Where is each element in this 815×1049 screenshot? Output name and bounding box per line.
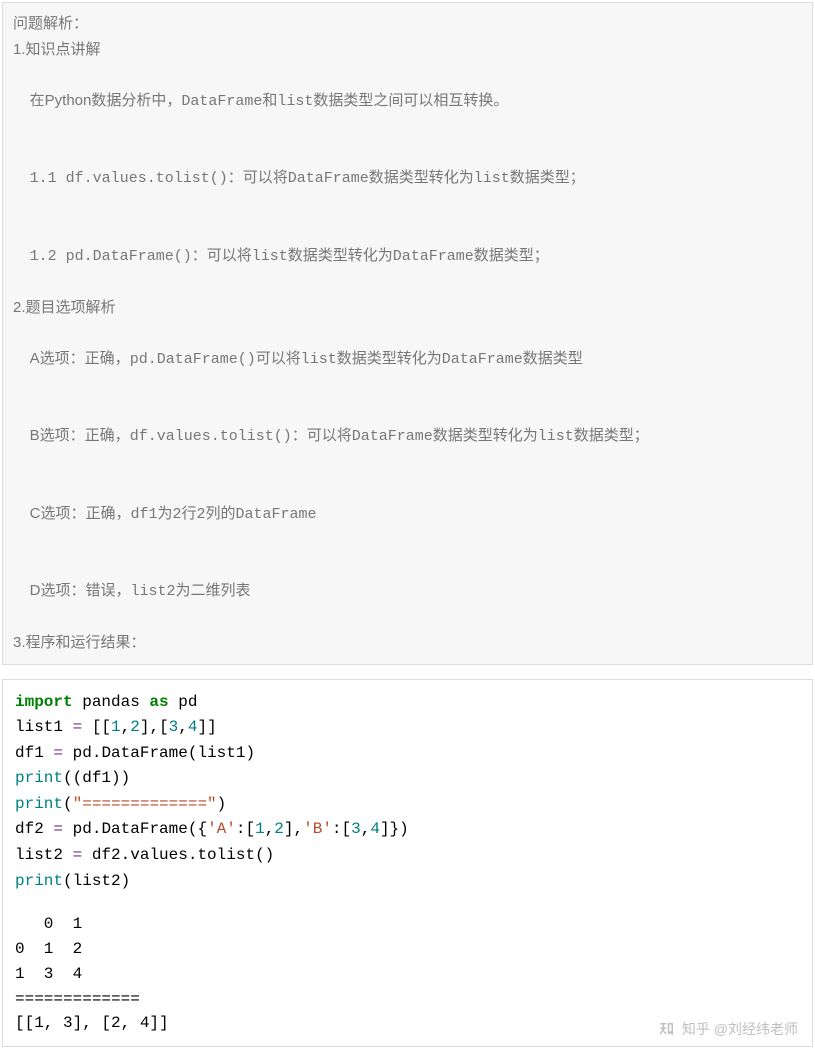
option-b: B选项：正确，df.values.tolist()：可以将DataFrame数据… <box>13 398 802 476</box>
option-a: A选项：正确，pd.DataFrame()可以将list数据类型转化为DataF… <box>13 320 802 398</box>
analysis-box: 问题解析： 1.知识点讲解 在Python数据分析中，DataFrame和lis… <box>2 2 813 665</box>
kp-1-1: 1.1 df.values.tolist()：可以将DataFrame数据类型转… <box>13 140 802 218</box>
kp-1-2: 1.2 pd.DataFrame()：可以将list数据类型转化为DataFra… <box>13 217 802 295</box>
options-header: 2.题目选项解析 <box>13 295 802 321</box>
code-box: import pandas as pd list1 = [[1,2],[3,4]… <box>2 679 813 1048</box>
kp-header: 1.知识点讲解 <box>13 37 802 63</box>
option-d: D选项：错误，list2为二维列表 <box>13 553 802 631</box>
code-block: import pandas as pd list1 = [[1,2],[3,4]… <box>15 690 800 895</box>
option-c: C选项：正确，df1为2行2列的DataFrame <box>13 475 802 553</box>
watermark: 知乎 @刘经纬老师 <box>658 1018 798 1040</box>
result-header: 3.程序和运行结果： <box>13 630 802 656</box>
analysis-title: 问题解析： <box>13 11 802 37</box>
kp-line-intro: 在Python数据分析中，DataFrame和list数据类型之间可以相互转换。 <box>13 62 802 140</box>
watermark-text: 知乎 @刘经纬老师 <box>682 1018 798 1040</box>
zhihu-icon <box>658 1020 676 1038</box>
